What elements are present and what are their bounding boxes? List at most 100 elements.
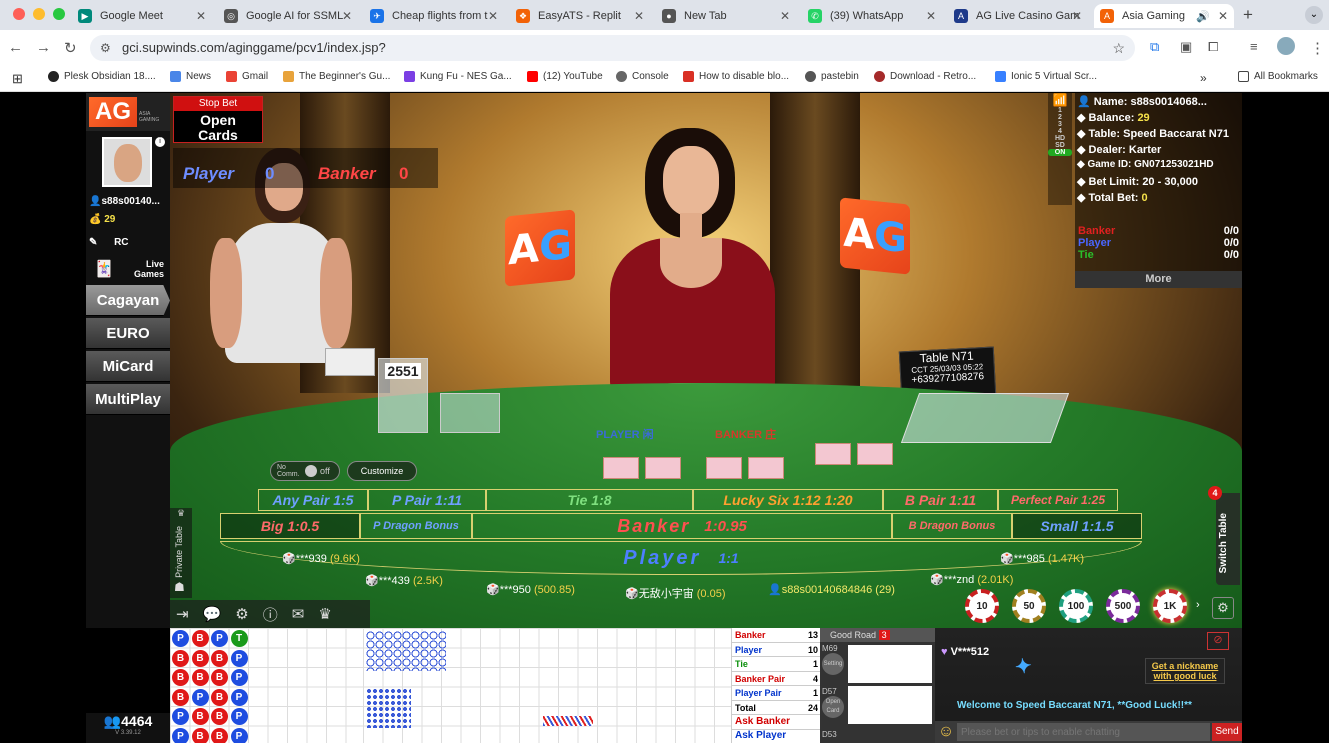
customize-button[interactable]: Customize — [347, 461, 417, 481]
close-tab-icon[interactable]: ✕ — [1072, 9, 1082, 23]
bet-lucky-six[interactable]: Lucky Six 1:12 1:20 — [693, 489, 883, 511]
bookmark-item[interactable]: Plesk Obsidian 18.... — [48, 71, 156, 82]
bookmark-item[interactable]: News — [170, 71, 211, 82]
message-icon[interactable]: ✉ — [292, 605, 305, 623]
more-button[interactable]: More — [1075, 271, 1242, 288]
tab-flights[interactable]: ✈ Cheap flights from t ✕ — [364, 4, 504, 28]
bookmark-star-icon[interactable]: ☆ — [1112, 35, 1125, 61]
settings-gear-icon[interactable]: ⚙ — [1212, 597, 1234, 619]
back-icon[interactable]: ← — [8, 39, 23, 56]
avatar[interactable] — [1277, 37, 1295, 55]
good-road-table[interactable]: M69 Setting — [822, 644, 846, 675]
puzzle-icon[interactable]: ⧠ — [1208, 39, 1218, 55]
forward-icon[interactable]: → — [36, 39, 51, 56]
private-table-button[interactable]: ♛ Private Table ☗ — [170, 508, 192, 598]
apps-icon[interactable]: ⊞ — [12, 71, 23, 87]
close-tab-icon[interactable]: ✕ — [634, 9, 644, 23]
rc-row[interactable]: ✎ RC — [89, 237, 129, 248]
bet-big[interactable]: Big 1:0.5 — [220, 513, 360, 539]
chip-500[interactable]: 500 — [1106, 589, 1140, 623]
card-stack — [325, 348, 375, 376]
tab-search-icon[interactable]: ⌄ — [1305, 6, 1323, 24]
close-tab-icon[interactable]: ✕ — [342, 9, 352, 23]
bookmark-item[interactable]: Kung Fu - NES Ga... — [404, 71, 512, 82]
translate-icon[interactable]: ⧉ — [1150, 39, 1159, 55]
info-icon[interactable]: i — [155, 137, 165, 147]
menu-micard[interactable]: MiCard — [86, 351, 170, 382]
chip-100[interactable]: 100 — [1059, 589, 1093, 623]
bookmark-item[interactable]: Ionic 5 Virtual Scr... — [995, 71, 1097, 82]
bookmark-item[interactable]: pastebin — [805, 71, 859, 82]
emoji-icon[interactable]: ☺ — [935, 723, 957, 741]
menu-multiplay[interactable]: MultiPlay — [86, 384, 170, 415]
bet-p-dragon[interactable]: P Dragon Bonus — [360, 513, 472, 539]
tab-new-tab[interactable]: ● New Tab ✕ — [656, 4, 796, 28]
bet-any-pair[interactable]: Any Pair 1:5 — [258, 489, 368, 511]
ask-banker-button[interactable]: Ask Banker — [732, 715, 821, 730]
chip-1k[interactable]: 1K — [1153, 589, 1187, 623]
tab-replit[interactable]: ❖ EasyATS - Replit ✕ — [510, 4, 650, 28]
more-bookmarks-icon[interactable]: » — [1200, 71, 1207, 85]
bet-small[interactable]: Small 1:1.5 — [1012, 513, 1142, 539]
maximize-window-button[interactable] — [53, 8, 65, 20]
tab-google-meet[interactable]: ▶ Google Meet ✕ — [72, 4, 212, 28]
close-tab-icon[interactable]: ✕ — [1218, 9, 1228, 23]
exit-icon[interactable]: ⇥ — [176, 605, 189, 623]
minimize-window-button[interactable] — [33, 8, 45, 20]
chip-next-icon[interactable]: › — [1196, 599, 1200, 611]
good-road-header[interactable]: Good Road 3⚙ — [820, 628, 935, 642]
send-button[interactable]: Send — [1212, 723, 1242, 741]
menu-euro[interactable]: EURO — [86, 318, 170, 349]
menu-cagayan[interactable]: Cagayan — [86, 285, 170, 316]
bet-b-dragon[interactable]: B Dragon Bonus — [892, 513, 1012, 539]
new-tab-button[interactable]: + — [1243, 5, 1253, 25]
media-icon[interactable]: ≡ — [1250, 39, 1258, 54]
bet-tie[interactable]: Tie 1:8 — [486, 489, 693, 511]
bookmark-item[interactable]: Download - Retro... — [874, 71, 976, 82]
gear-icon[interactable]: ⚙ — [235, 605, 248, 623]
audio-icon[interactable]: 🔊 — [1196, 10, 1210, 23]
seat-self: 👤s88s00140684846 (29) — [768, 584, 895, 596]
close-tab-icon[interactable]: ✕ — [488, 9, 498, 23]
tab-whatsapp[interactable]: ✆ (39) WhatsApp ✕ — [802, 4, 942, 28]
vip-crown-icon[interactable]: ♛ — [318, 605, 331, 623]
url-field[interactable]: ⚙ gci.supwinds.com/aginggame/pcv1/index.… — [90, 35, 1135, 61]
close-window-button[interactable] — [13, 8, 25, 20]
tab-asia-gaming[interactable]: A Asia Gaming 🔊 ✕ — [1094, 4, 1234, 28]
bookmark-item[interactable]: (12) YouTube — [527, 71, 603, 82]
bookmark-item[interactable]: Console — [616, 71, 669, 82]
quality-selector[interactable]: 📶 1 2 3 4 HD SD ON — [1048, 93, 1072, 205]
bookmark-item[interactable]: Gmail — [226, 71, 268, 82]
chat-icon[interactable]: 💬 — [203, 605, 222, 623]
bet-player-odds: 1:1 — [718, 550, 739, 566]
tab-google-ai[interactable]: ◎ Google AI for SSML ✕ — [218, 4, 358, 28]
site-info-icon[interactable]: ⚙ — [100, 35, 111, 61]
close-tab-icon[interactable]: ✕ — [926, 9, 936, 23]
close-tab-icon[interactable]: ✕ — [780, 9, 790, 23]
bet-p-pair[interactable]: P Pair 1:11 — [368, 489, 486, 511]
bet-b-pair[interactable]: B Pair 1:11 — [883, 489, 998, 511]
info-circle-icon[interactable]: ⓘ — [263, 604, 278, 625]
good-road-table[interactable]: D53 — [822, 730, 837, 739]
chat-input[interactable] — [957, 723, 1210, 741]
commission-toggle[interactable]: No Comm. off — [270, 461, 340, 481]
tab-ag-live[interactable]: A AG Live Casino Gam ✕ — [948, 4, 1088, 28]
good-road-table[interactable]: D57 Open Card — [822, 687, 846, 718]
bookmark-item[interactable]: How to disable blo... — [683, 71, 789, 82]
live-games-button[interactable]: 🃏 Live Games — [94, 259, 166, 281]
close-tab-icon[interactable]: ✕ — [196, 9, 206, 23]
mute-chat-icon[interactable]: ⊘ — [1207, 632, 1229, 650]
get-nickname-button[interactable]: Get a nickname with good luck — [1145, 658, 1225, 684]
all-bookmarks[interactable]: All Bookmarks — [1238, 71, 1318, 82]
bookmark-item[interactable]: The Beginner's Gu... — [283, 71, 390, 82]
ask-player-button[interactable]: Ask Player — [732, 729, 821, 743]
chip-10[interactable]: 10 — [965, 589, 999, 623]
menu-icon[interactable]: ⋮ — [1310, 39, 1325, 57]
chip-50[interactable]: 50 — [1012, 589, 1046, 623]
extension-icon[interactable]: ▣ — [1180, 39, 1192, 55]
bet-perfect-pair[interactable]: Perfect Pair 1:25 — [998, 489, 1118, 511]
switch-table-button[interactable]: Switch Table — [1216, 493, 1240, 585]
reload-icon[interactable]: ↻ — [64, 39, 77, 57]
avatar[interactable] — [102, 137, 152, 187]
bet-banker[interactable]: Banker 1:0.95 — [472, 513, 892, 539]
